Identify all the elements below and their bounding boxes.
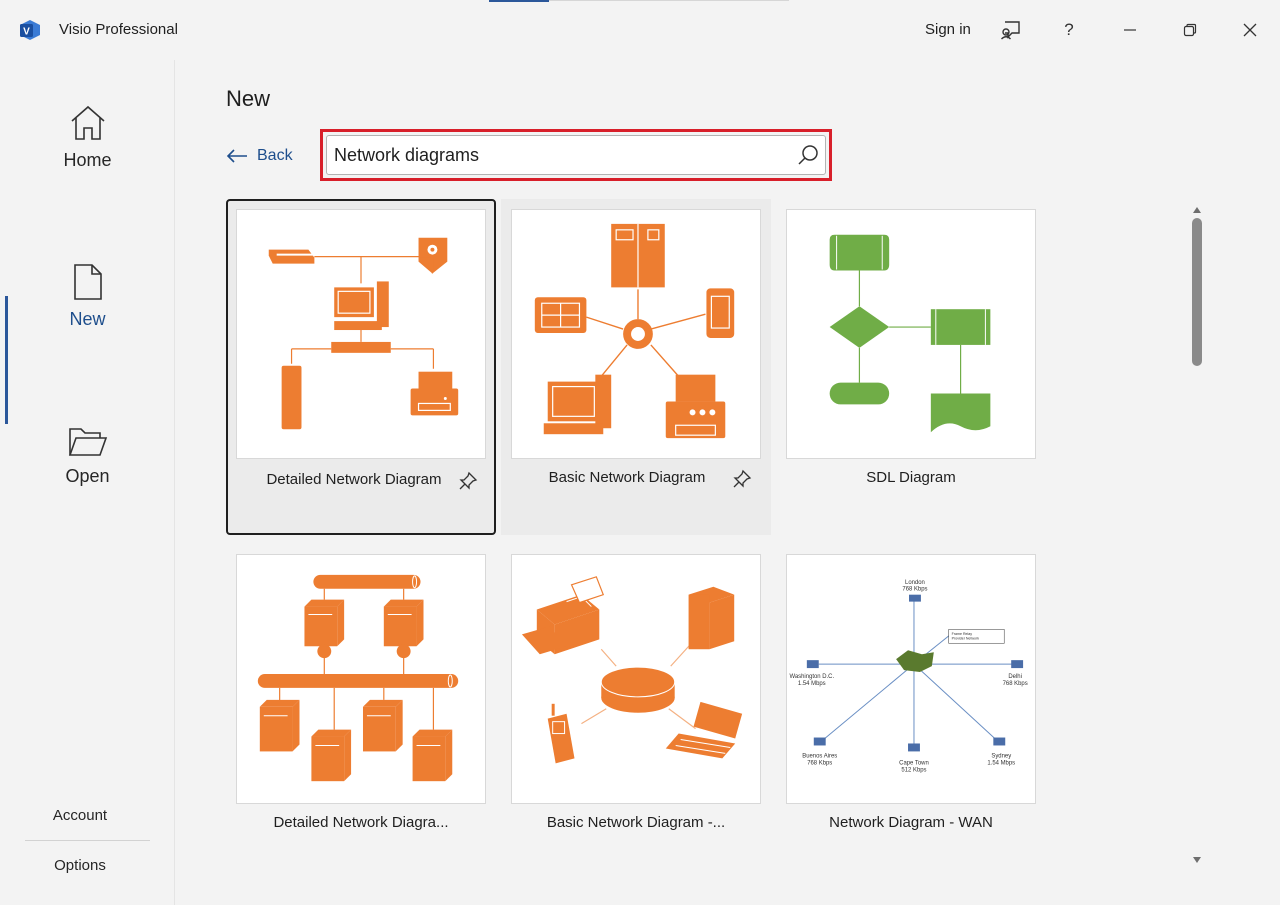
restore-icon — [1183, 23, 1197, 37]
template-card-detailed-network-3d[interactable]: Detailed Network Diagra... — [226, 544, 496, 880]
feedback-button[interactable] — [997, 16, 1025, 44]
sidebar-divider — [25, 840, 150, 841]
search-box — [326, 135, 826, 175]
scroll-up-button[interactable] — [1192, 202, 1202, 213]
help-button[interactable]: ? — [1055, 16, 1083, 44]
title-bar: V Visio Professional Sign in ? — [0, 0, 1280, 60]
wan-node-speed: 1.54 Mbps — [987, 760, 1015, 766]
sign-in-link[interactable]: Sign in — [925, 21, 971, 38]
minimize-icon — [1124, 29, 1136, 31]
template-thumbnail — [786, 209, 1036, 459]
search-icon — [798, 145, 818, 165]
template-label: SDL Diagram — [866, 469, 956, 486]
template-card-network-wan[interactable]: London 768 Kbps Washington D.C. 1.54 Mbp… — [776, 544, 1046, 880]
wan-node-name: Cape Town — [899, 760, 929, 766]
wan-node-speed: 512 Kbps — [901, 767, 926, 773]
tab-indicator — [489, 0, 549, 2]
new-pane: New Back Network diagrams Detailed Netwo… — [176, 60, 1280, 905]
scroll-thumb[interactable] — [1192, 218, 1202, 366]
sdl-thumbnail — [829, 234, 991, 433]
wan-node-speed: 1.54 Mbps — [798, 681, 826, 687]
folder-open-icon — [68, 428, 107, 456]
template-label: Basic Network Diagram — [548, 469, 706, 486]
close-button[interactable] — [1236, 16, 1264, 44]
app-title: Visio Professional — [59, 21, 178, 38]
home-icon — [70, 105, 105, 140]
detailed-network-3d-thumbnail — [257, 574, 459, 782]
template-card-detailed-network[interactable]: Detailed Network Diagram — [226, 199, 496, 535]
sidebar-item-options[interactable]: Options — [0, 857, 160, 874]
new-document-icon — [73, 264, 102, 300]
wan-node-name: Washington D.C. — [789, 674, 834, 680]
sidebar-item-label: Home — [63, 150, 112, 170]
template-card-basic-network-3d[interactable]: Basic Network Diagram -... — [501, 544, 771, 880]
basic-network-3d-thumbnail — [521, 576, 743, 764]
arrow-left-icon — [226, 149, 247, 163]
template-thumbnail: London 768 Kbps Washington D.C. 1.54 Mbp… — [786, 554, 1036, 804]
svg-text:V: V — [23, 27, 30, 38]
wan-node-name: London — [905, 580, 925, 586]
basic-network-thumbnail — [534, 223, 735, 439]
template-thumbnail — [236, 554, 486, 804]
template-label: Basic Network Diagram -... — [546, 814, 726, 831]
triangle-up-icon — [1193, 207, 1201, 213]
back-label: Back — [257, 147, 293, 164]
template-thumbnail — [511, 209, 761, 459]
restore-button[interactable] — [1176, 16, 1204, 44]
search-input[interactable] — [327, 137, 791, 173]
wan-node-speed: 768 Kbps — [902, 587, 927, 593]
template-thumbnail — [236, 209, 486, 459]
wan-node-speed: 768 Kbps — [807, 760, 832, 766]
pin-icon[interactable] — [732, 469, 752, 489]
template-card-basic-network[interactable]: Basic Network Diagram — [501, 199, 771, 535]
wan-node-speed: 768 Kbps — [1003, 681, 1028, 687]
visio-logo-icon: V — [18, 18, 42, 42]
scroll-down-button[interactable] — [1192, 852, 1202, 863]
search-button[interactable] — [791, 137, 825, 173]
detailed-network-thumbnail — [268, 237, 459, 430]
template-label: Detailed Network Diagram — [266, 471, 442, 488]
template-label: Network Diagram - WAN — [829, 814, 993, 831]
sidebar-item-home[interactable]: Home — [0, 104, 175, 171]
sidebar-item-label: Open — [65, 466, 110, 486]
template-card-sdl[interactable]: SDL Diagram — [776, 199, 1046, 535]
sidebar-item-label: New — [69, 309, 106, 329]
feedback-icon — [1001, 21, 1020, 40]
sidebar-item-open[interactable]: Open — [0, 426, 175, 487]
wan-callout-text: Frame Relay — [952, 632, 973, 636]
backstage-sidebar: Home New Open Account Options — [0, 60, 175, 905]
wan-callout-text: Provider Network — [952, 636, 980, 640]
triangle-down-icon — [1193, 857, 1201, 863]
pin-icon[interactable] — [458, 471, 478, 491]
back-button[interactable]: Back — [226, 144, 293, 168]
close-icon — [1243, 23, 1257, 37]
sidebar-item-account[interactable]: Account — [0, 807, 160, 824]
templates-scrollbar[interactable] — [1188, 200, 1206, 867]
page-title: New — [226, 86, 271, 111]
wan-node-name: Sydney — [991, 753, 1011, 759]
tab-indicator-track — [549, 0, 789, 1]
wan-node-name: Delhi — [1008, 674, 1022, 680]
network-wan-thumbnail: London 768 Kbps Washington D.C. 1.54 Mbp… — [789, 580, 1028, 773]
sidebar-item-new[interactable]: New — [0, 263, 175, 330]
template-thumbnail — [511, 554, 761, 804]
wan-node-name: Buenos Aires — [802, 753, 837, 759]
minimize-button[interactable] — [1116, 16, 1144, 44]
template-label: Detailed Network Diagra... — [273, 814, 449, 831]
